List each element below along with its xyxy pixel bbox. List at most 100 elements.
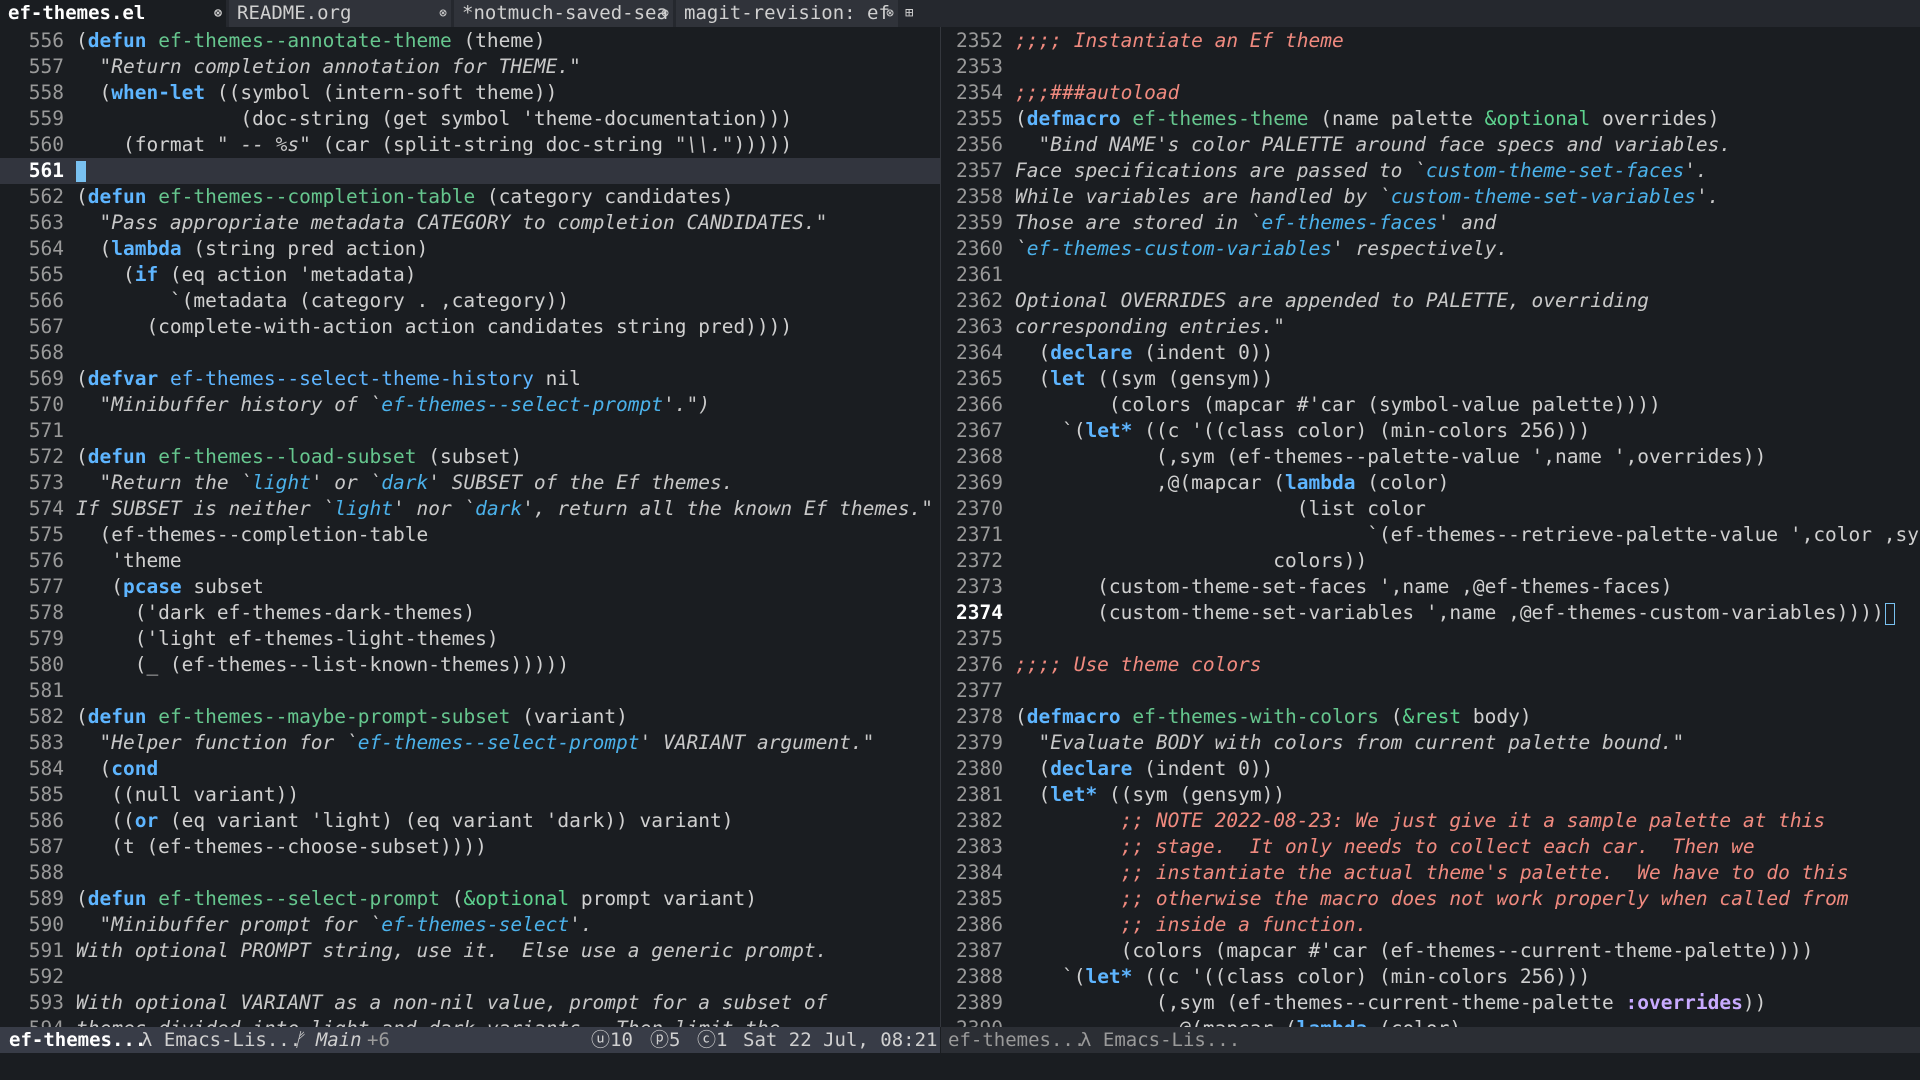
- major-mode[interactable]: λ Emacs-Lis...: [1080, 1027, 1240, 1053]
- code-line[interactable]: 2372 colors)): [941, 548, 1920, 574]
- buffer-name[interactable]: ef-themes...: [948, 1027, 1085, 1053]
- code-line[interactable]: 592: [0, 964, 940, 990]
- code-text[interactable]: (colors (mapcar #'car (symbol-value pale…: [1015, 392, 1661, 418]
- code-line[interactable]: 2354 ;;;###autoload: [941, 80, 1920, 106]
- code-text[interactable]: ;;;; Use theme colors: [1015, 652, 1262, 678]
- code-line[interactable]: 2371 `(ef-themes--retrieve-palette-value…: [941, 522, 1920, 548]
- code-line[interactable]: 594 themes divided into light and dark va…: [0, 1016, 940, 1027]
- code-text[interactable]: ;;;###autoload: [1015, 80, 1179, 106]
- code-line[interactable]: 587 (t (ef-themes--choose-subset)))): [0, 834, 940, 860]
- code-line[interactable]: 2377: [941, 678, 1920, 704]
- code-line[interactable]: 2386 ;; inside a function.: [941, 912, 1920, 938]
- code-line[interactable]: 2356 "Bind NAME's color PALETTE around f…: [941, 132, 1920, 158]
- code-line[interactable]: 580 (_ (ef-themes--list-known-themes))))…: [0, 652, 940, 678]
- code-line[interactable]: 577 (pcase subset: [0, 574, 940, 600]
- code-text[interactable]: ;;;; Instantiate an Ef theme: [1015, 28, 1344, 54]
- code-text[interactable]: (pcase subset: [76, 574, 264, 600]
- major-mode[interactable]: λ Emacs-Lis...: [141, 1027, 301, 1053]
- mode-line-inactive[interactable]: ef-themes... λ Emacs-Lis...: [941, 1027, 1920, 1053]
- code-text[interactable]: (defun ef-themes--completion-table (cate…: [76, 184, 733, 210]
- code-text[interactable]: (custom-theme-set-variables ',name ,@ef-…: [1015, 600, 1895, 626]
- code-line[interactable]: 2384 ;; instantiate the actual theme's p…: [941, 860, 1920, 886]
- code-line[interactable]: 2353: [941, 54, 1920, 80]
- code-text[interactable]: (_ (ef-themes--list-known-themes))))): [76, 652, 569, 678]
- close-icon[interactable]: ⊗: [886, 0, 894, 27]
- code-text[interactable]: (defmacro ef-themes-with-colors (&rest b…: [1015, 704, 1532, 730]
- code-text[interactable]: ;; stage. It only needs to collect each …: [1015, 834, 1755, 860]
- code-text[interactable]: (list color: [1015, 496, 1426, 522]
- code-text[interactable]: (complete-with-action action candidates …: [76, 314, 792, 340]
- code-text[interactable]: (let* ((sym (gensym)): [1015, 782, 1285, 808]
- code-text[interactable]: Optional OVERRIDES are appended to PALET…: [1015, 288, 1649, 314]
- code-line[interactable]: 2380 (declare (indent 0)): [941, 756, 1920, 782]
- code-line[interactable]: 583 "Helper function for `ef-themes--sel…: [0, 730, 940, 756]
- close-icon[interactable]: ⊗: [661, 0, 669, 27]
- code-text[interactable]: 'theme: [76, 548, 181, 574]
- code-line[interactable]: 559 (doc-string (get symbol 'theme-docum…: [0, 106, 940, 132]
- code-text[interactable]: `(let* ((c '((class color) (min-colors 2…: [1015, 418, 1590, 444]
- code-line[interactable]: 576 'theme: [0, 548, 940, 574]
- code-line[interactable]: 2366 (colors (mapcar #'car (symbol-value…: [941, 392, 1920, 418]
- code-line[interactable]: 572 (defun ef-themes--load-subset (subset…: [0, 444, 940, 470]
- vc-branch[interactable]: ᚠ Main: [293, 1027, 362, 1053]
- tab-notmuch-saved-searches[interactable]: *notmuch-saved-sea ⊗: [454, 0, 673, 27]
- code-text[interactable]: With optional PROMPT string, use it. Els…: [76, 938, 827, 964]
- code-text[interactable]: "Return the `light' or `dark' SUBSET of …: [76, 470, 733, 496]
- code-line[interactable]: 2365 (let ((sym (gensym)): [941, 366, 1920, 392]
- code-text[interactable]: "Bind NAME's color PALETTE around face s…: [1015, 132, 1731, 158]
- code-text[interactable]: (custom-theme-set-faces ',name ,@ef-them…: [1015, 574, 1672, 600]
- code-line[interactable]: 2378 (defmacro ef-themes-with-colors (&re…: [941, 704, 1920, 730]
- code-text[interactable]: If SUBSET is neither `light' nor `dark',…: [76, 496, 933, 522]
- code-text[interactable]: `(metadata (category . ,category)): [76, 288, 569, 314]
- code-text[interactable]: (lambda (string pred action): [76, 236, 428, 262]
- code-text[interactable]: `ef-themes-custom-variables' respectivel…: [1015, 236, 1508, 262]
- code-line[interactable]: 2352 ;;;; Instantiate an Ef theme: [941, 28, 1920, 54]
- code-line[interactable]: 579 ('light ef-themes-light-themes): [0, 626, 940, 652]
- code-text[interactable]: (colors (mapcar #'car (ef-themes--curren…: [1015, 938, 1814, 964]
- code-text[interactable]: ,@(mapcar (lambda (color): [1015, 1016, 1462, 1027]
- code-line[interactable]: 558 (when-let ((symbol (intern-soft them…: [0, 80, 940, 106]
- code-text[interactable]: (cond: [76, 756, 158, 782]
- code-line[interactable]: 584 (cond: [0, 756, 940, 782]
- code-text[interactable]: colors)): [1015, 548, 1367, 574]
- code-text[interactable]: (defun ef-themes--maybe-prompt-subset (v…: [76, 704, 628, 730]
- code-line[interactable]: 566 `(metadata (category . ,category)): [0, 288, 940, 314]
- code-text[interactable]: (let ((sym (gensym)): [1015, 366, 1273, 392]
- code-line[interactable]: 2375: [941, 626, 1920, 652]
- code-text[interactable]: (defun ef-themes--annotate-theme (theme): [76, 28, 546, 54]
- code-line[interactable]: 2390 ,@(mapcar (lambda (color): [941, 1016, 1920, 1027]
- code-line[interactable]: 556 (defun ef-themes--annotate-theme (the…: [0, 28, 940, 54]
- code-text[interactable]: (declare (indent 0)): [1015, 340, 1273, 366]
- code-text[interactable]: ;; instantiate the actual theme's palett…: [1015, 860, 1849, 886]
- code-text[interactable]: (when-let ((symbol (intern-soft theme)): [76, 80, 557, 106]
- code-line[interactable]: 2368 (,sym (ef-themes--palette-value ',n…: [941, 444, 1920, 470]
- code-line[interactable]: 562 (defun ef-themes--completion-table (c…: [0, 184, 940, 210]
- code-line[interactable]: 2357 Face specifications are passed to `c…: [941, 158, 1920, 184]
- code-text[interactable]: (declare (indent 0)): [1015, 756, 1273, 782]
- code-text[interactable]: ,@(mapcar (lambda (color): [1015, 470, 1450, 496]
- code-line[interactable]: 2355 (defmacro ef-themes-theme (name pale…: [941, 106, 1920, 132]
- code-line[interactable]: 2381 (let* ((sym (gensym)): [941, 782, 1920, 808]
- code-text[interactable]: ;; otherwise the macro does not work pro…: [1015, 886, 1849, 912]
- code-text[interactable]: "Minibuffer history of `ef-themes--selec…: [76, 392, 710, 418]
- code-text[interactable]: With optional VARIANT as a non-nil value…: [76, 990, 827, 1016]
- code-line[interactable]: 2367 `(let* ((c '((class color) (min-col…: [941, 418, 1920, 444]
- code-line[interactable]: 569 (defvar ef-themes--select-theme-histo…: [0, 366, 940, 392]
- code-line[interactable]: 561: [0, 158, 940, 184]
- code-text[interactable]: (t (ef-themes--choose-subset)))): [76, 834, 487, 860]
- code-text[interactable]: (doc-string (get symbol 'theme-documenta…: [76, 106, 792, 132]
- code-text[interactable]: ((null variant)): [76, 782, 299, 808]
- code-line[interactable]: 2363 corresponding entries.": [941, 314, 1920, 340]
- code-text[interactable]: ('light ef-themes-light-themes): [76, 626, 499, 652]
- tab-magit-revision[interactable]: magit-revision: ef ⊗: [676, 0, 898, 27]
- code-line[interactable]: 2379 "Evaluate BODY with colors from cur…: [941, 730, 1920, 756]
- code-line[interactable]: 571: [0, 418, 940, 444]
- code-line[interactable]: 2370 (list color: [941, 496, 1920, 522]
- code-line[interactable]: 2359 Those are stored in `ef-themes-faces…: [941, 210, 1920, 236]
- code-text[interactable]: (defmacro ef-themes-theme (name palette …: [1015, 106, 1719, 132]
- code-line[interactable]: 575 (ef-themes--completion-table: [0, 522, 940, 548]
- code-text[interactable]: ;; NOTE 2022-08-23: We just give it a sa…: [1015, 808, 1825, 834]
- close-icon[interactable]: ⊗: [214, 0, 222, 27]
- code-line[interactable]: 2382 ;; NOTE 2022-08-23: We just give it…: [941, 808, 1920, 834]
- code-text[interactable]: corresponding entries.": [1015, 314, 1285, 340]
